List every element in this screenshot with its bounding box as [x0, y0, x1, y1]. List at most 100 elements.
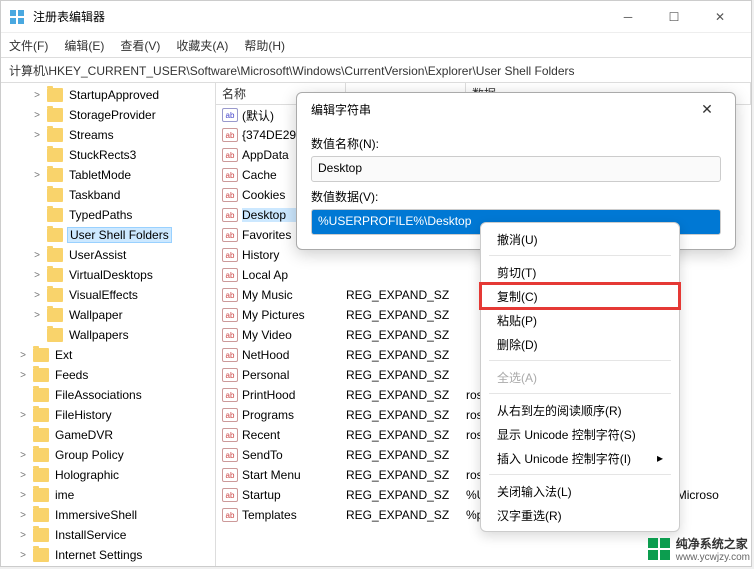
tree-item[interactable]: FileAssociations: [1, 385, 215, 405]
tree-item[interactable]: > ImmersiveShell: [1, 505, 215, 525]
menu-item-label: 全选(A): [497, 369, 537, 386]
folder-icon: [33, 528, 49, 542]
titlebar: 注册表编辑器 ─ ☐ ✕: [1, 1, 751, 33]
context-menu[interactable]: 撤消(U) 剪切(T)复制(C) 粘贴(P) 删除(D) 全选(A) 从右到左的阅读顺序(…: [480, 222, 680, 532]
menu-favorites[interactable]: 收藏夹(A): [176, 37, 228, 54]
row-name: Personal: [242, 368, 346, 382]
reg-value-icon: ab: [222, 268, 238, 282]
tree-item[interactable]: >StartupApproved: [1, 85, 215, 105]
expander-icon[interactable]: >: [17, 510, 29, 521]
tree-item[interactable]: Taskband: [1, 185, 215, 205]
expander-icon[interactable]: >: [31, 270, 43, 281]
folder-icon: [33, 368, 49, 382]
tree-item[interactable]: Wallpapers: [1, 325, 215, 345]
expander-icon[interactable]: >: [31, 290, 43, 301]
tree-item[interactable]: >VirtualDesktops: [1, 265, 215, 285]
minimize-button[interactable]: ─: [605, 2, 651, 32]
folder-icon: [47, 108, 63, 122]
tree-label: Taskband: [67, 188, 122, 202]
reg-value-icon: ab: [222, 328, 238, 342]
context-menu-item[interactable]: 显示 Unicode 控制字符(S): [481, 422, 679, 446]
tree-item[interactable]: User Shell Folders: [1, 225, 215, 245]
folder-icon: [47, 148, 63, 162]
tree-item[interactable]: GameDVR: [1, 425, 215, 445]
tree-item[interactable]: >Ext: [1, 345, 215, 365]
tree-item[interactable]: >TabletMode: [1, 165, 215, 185]
expander-icon[interactable]: >: [17, 550, 29, 561]
expander-icon[interactable]: >: [31, 310, 43, 321]
reg-value-icon: ab: [222, 468, 238, 482]
tree-item[interactable]: >InstallService: [1, 525, 215, 545]
dialog-close-button[interactable]: ✕: [691, 101, 723, 118]
expander-icon[interactable]: >: [17, 470, 29, 481]
tree-item[interactable]: >StorageProvider: [1, 105, 215, 125]
tree-item[interactable]: TypedPaths: [1, 205, 215, 225]
expander-icon[interactable]: >: [17, 530, 29, 541]
tree-item[interactable]: >Group Policy: [1, 445, 215, 465]
row-type: REG_EXPAND_SZ: [346, 348, 466, 362]
reg-value-icon: ab: [222, 348, 238, 362]
context-menu-item[interactable]: 粘贴(P): [481, 308, 679, 332]
expander-icon[interactable]: >: [17, 370, 29, 381]
context-menu-item[interactable]: 汉字重选(R): [481, 503, 679, 527]
tree-item[interactable]: >UserAssist: [1, 245, 215, 265]
menu-view[interactable]: 查看(V): [120, 37, 160, 54]
expander-icon[interactable]: >: [17, 450, 29, 461]
expander-icon[interactable]: >: [31, 90, 43, 101]
row-type: REG_EXPAND_SZ: [346, 448, 466, 462]
tree-item[interactable]: >ime: [1, 485, 215, 505]
context-menu-item[interactable]: 从右到左的阅读顺序(R): [481, 398, 679, 422]
expander-icon[interactable]: >: [17, 410, 29, 421]
tree-label: ImmersiveShell: [53, 508, 139, 522]
tree-item[interactable]: >Streams: [1, 125, 215, 145]
tree-item[interactable]: >Holographic: [1, 465, 215, 485]
context-menu-item[interactable]: 删除(D): [481, 332, 679, 356]
folder-icon: [47, 228, 63, 242]
context-menu-item[interactable]: 剪切(T): [481, 260, 679, 284]
expander-icon[interactable]: >: [31, 110, 43, 121]
tree-label: FileAssociations: [53, 388, 144, 402]
context-menu-item[interactable]: 关闭输入法(L): [481, 479, 679, 503]
context-menu-item[interactable]: 复制(C): [481, 284, 679, 308]
watermark: 纯净系统之家 www.ycwjzy.com: [648, 535, 750, 563]
row-name: Recent: [242, 428, 346, 442]
context-menu-item[interactable]: 撤消(U): [481, 227, 679, 251]
reg-value-icon: ab: [222, 508, 238, 522]
expander-icon[interactable]: >: [31, 130, 43, 141]
folder-icon: [47, 268, 63, 282]
folder-icon: [33, 508, 49, 522]
watermark-url: www.ycwjzy.com: [676, 552, 750, 563]
folder-icon: [33, 548, 49, 562]
expander-icon[interactable]: >: [17, 490, 29, 501]
value-name-label: 数值名称(N):: [311, 135, 721, 152]
expander-icon[interactable]: >: [31, 170, 43, 181]
expander-icon[interactable]: >: [31, 250, 43, 261]
tree-item[interactable]: >FileHistory: [1, 405, 215, 425]
maximize-button[interactable]: ☐: [651, 2, 697, 32]
row-name: Templates: [242, 508, 346, 522]
close-button[interactable]: ✕: [697, 2, 743, 32]
tree-item[interactable]: >Feeds: [1, 365, 215, 385]
window-title: 注册表编辑器: [33, 8, 605, 25]
menu-item-label: 粘贴(P): [497, 312, 537, 329]
folder-icon: [47, 168, 63, 182]
value-name-field[interactable]: Desktop: [311, 156, 721, 182]
folder-icon: [47, 88, 63, 102]
menu-help[interactable]: 帮助(H): [244, 37, 285, 54]
menu-edit[interactable]: 编辑(E): [64, 37, 104, 54]
tree-item[interactable]: >VisualEffects: [1, 285, 215, 305]
tree-item[interactable]: StuckRects3: [1, 145, 215, 165]
address-bar[interactable]: 计算机\HKEY_CURRENT_USER\Software\Microsoft…: [1, 57, 751, 83]
row-name: History: [242, 248, 346, 262]
expander-icon[interactable]: >: [17, 350, 29, 361]
row-name: Startup: [242, 488, 346, 502]
tree-item[interactable]: >Internet Settings: [1, 545, 215, 565]
context-menu-item[interactable]: 插入 Unicode 控制字符(I)▸: [481, 446, 679, 470]
folder-icon: [47, 208, 63, 222]
tree-item[interactable]: >Wallpaper: [1, 305, 215, 325]
tree-view[interactable]: >StartupApproved>StorageProvider>Streams…: [1, 83, 216, 566]
folder-icon: [47, 328, 63, 342]
menu-file[interactable]: 文件(F): [9, 37, 48, 54]
menu-item-label: 显示 Unicode 控制字符(S): [497, 426, 636, 443]
folder-icon: [33, 488, 49, 502]
